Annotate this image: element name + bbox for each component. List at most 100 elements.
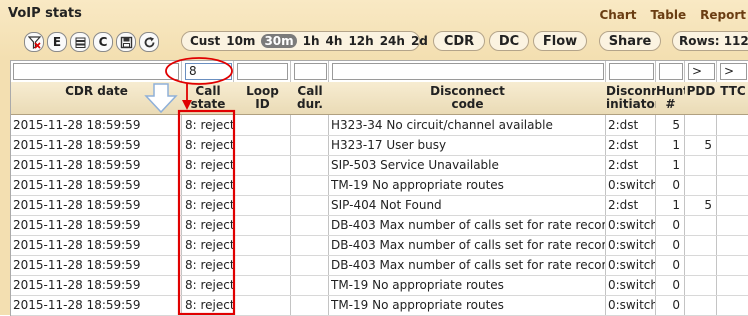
cell-hunt: 0 (672, 298, 680, 312)
filter-disconnect-code[interactable] (332, 63, 604, 80)
cell-hunt: 0 (672, 258, 680, 272)
time-2d[interactable]: 2d (411, 34, 428, 48)
flow-button[interactable]: Flow (533, 31, 587, 51)
cell-call-dur (294, 276, 327, 295)
cell-cdr-date: 2015-11-28 18:59:59 (13, 178, 141, 192)
header-call-state[interactable]: Call state (182, 82, 234, 115)
filter-ttc[interactable]: > (720, 63, 747, 80)
header-call-dur[interactable]: Call dur. (291, 82, 329, 115)
header-pdd[interactable]: PDD (685, 82, 717, 115)
table-row[interactable]: 2015-11-28 18:59:59 8: reject H323-34 No c… (11, 116, 748, 136)
share-button[interactable]: Share (599, 31, 661, 51)
cell-disconn-initiator: 2:dst (608, 118, 639, 132)
cell-cdr-date: 2015-11-28 18:59:59 (13, 158, 141, 172)
cdr-table: 8 > > CDR date Call state Loop ID Call dur.… (10, 60, 748, 316)
filter-call-state[interactable]: 8 (185, 63, 232, 80)
filter-clear-icon[interactable] (24, 32, 44, 52)
time-24h[interactable]: 24h (380, 34, 405, 48)
cell-pdd (685, 296, 712, 315)
e-button[interactable]: E (47, 32, 67, 52)
cell-call-dur (294, 196, 327, 215)
filter-hunt[interactable] (659, 63, 683, 80)
cell-disconn-initiator: 2:dst (608, 158, 639, 172)
cell-disconnect-code: TM-19 No appropriate routes (331, 278, 504, 292)
sort-down-arrow-icon (144, 83, 178, 114)
table-row[interactable]: 2015-11-28 18:59:59 8: reject DB-403 Max n… (11, 216, 748, 236)
table-row[interactable]: 2015-11-28 18:59:59 8: reject DB-403 Max n… (11, 256, 748, 276)
cell-pdd: 5 (704, 138, 712, 152)
header-disconn-initiator[interactable]: Disconn initiator (606, 82, 661, 115)
cell-call-state: 8: reject (185, 258, 233, 272)
cell-hunt: 5 (672, 118, 680, 132)
filter-call-dur[interactable] (294, 63, 327, 80)
cdr-button[interactable]: CDR (433, 31, 485, 51)
cell-cdr-date: 2015-11-28 18:59:59 (13, 138, 141, 152)
cell-loop-id (237, 196, 288, 215)
time-1h[interactable]: 1h (303, 34, 320, 48)
header-loop-id[interactable]: Loop ID (234, 82, 291, 115)
table-row[interactable]: 2015-11-28 18:59:59 8: reject TM-19 No app… (11, 176, 748, 196)
cell-disconn-initiator: 0:switch (608, 298, 655, 312)
chart-link[interactable]: Chart (599, 8, 636, 22)
cell-loop-id (237, 236, 288, 255)
app-title: VoIP stats (8, 6, 82, 21)
cell-call-dur (294, 256, 327, 275)
toolbar: E C (24, 32, 162, 52)
time-custom[interactable]: Cust (190, 34, 220, 48)
cell-call-dur (294, 156, 327, 175)
cell-call-dur (294, 136, 327, 155)
table-row[interactable]: 2015-11-28 18:59:59 8: reject DB-403 Max n… (11, 236, 748, 256)
columns-icon[interactable] (70, 32, 90, 52)
voip-stats-window: VoIP stats Chart Table Report E C Cust 1… (0, 0, 748, 316)
cell-disconn-initiator: 0:switch (608, 238, 655, 252)
cell-loop-id (237, 296, 288, 315)
cell-ttc (717, 296, 744, 315)
cell-loop-id (237, 256, 288, 275)
filter-disconn-initiator[interactable] (609, 63, 654, 80)
cell-hunt: 0 (672, 238, 680, 252)
refresh-icon[interactable] (139, 32, 159, 52)
cell-disconn-initiator: 2:dst (608, 138, 639, 152)
report-link[interactable]: Report (700, 8, 746, 22)
time-12h[interactable]: 12h (348, 34, 373, 48)
c-button[interactable]: C (93, 32, 113, 52)
cell-disconnect-code: TM-19 No appropriate routes (331, 178, 504, 192)
header-ttc[interactable]: TTC (717, 82, 748, 115)
cell-disconn-initiator: 2:dst (608, 198, 639, 212)
header-hunt[interactable]: Hunt # (656, 82, 689, 115)
table-row[interactable]: 2015-11-28 18:59:59 8: reject SIP-503 Serv… (11, 156, 748, 176)
filter-cdr-date[interactable] (13, 63, 179, 80)
cell-hunt: 1 (672, 198, 680, 212)
cell-loop-id (237, 156, 288, 175)
header-disconnect-code[interactable]: Disconnect code (329, 82, 606, 115)
table-row[interactable]: 2015-11-28 18:59:59 8: reject TM-19 No app… (11, 276, 748, 296)
cell-ttc (717, 136, 744, 155)
cell-call-state: 8: reject (185, 178, 233, 192)
cell-ttc (717, 156, 744, 175)
cell-loop-id (237, 116, 288, 135)
cell-call-state: 8: reject (185, 158, 233, 172)
cell-disconn-initiator: 0:switch (608, 178, 655, 192)
table-row[interactable]: 2015-11-28 18:59:59 8: reject SIP-404 Not … (11, 196, 748, 216)
cell-disconnect-code: DB-403 Max number of calls set for rate … (331, 238, 605, 252)
time-4h[interactable]: 4h (326, 34, 343, 48)
table-row[interactable]: 2015-11-28 18:59:59 8: reject H323-17 User… (11, 136, 748, 156)
cell-ttc (717, 216, 744, 235)
filter-loop-id[interactable] (237, 63, 288, 80)
table-row[interactable]: 2015-11-28 18:59:59 8: reject TM-19 No app… (11, 296, 748, 316)
table-link[interactable]: Table (651, 8, 687, 22)
dc-button[interactable]: DC (489, 31, 529, 51)
time-10m[interactable]: 10m (226, 34, 255, 48)
save-icon[interactable] (116, 32, 136, 52)
cell-hunt: 1 (672, 138, 680, 152)
cell-pdd (685, 116, 712, 135)
time-30m-selected[interactable]: 30m (261, 34, 297, 48)
cell-disconnect-code: TM-19 No appropriate routes (331, 298, 504, 312)
cell-cdr-date: 2015-11-28 18:59:59 (13, 258, 141, 272)
cell-call-dur (294, 116, 327, 135)
cell-cdr-date: 2015-11-28 18:59:59 (13, 298, 141, 312)
cell-call-dur (294, 296, 327, 315)
cell-pdd (685, 216, 712, 235)
cell-pdd (685, 236, 712, 255)
filter-pdd[interactable]: > (688, 63, 715, 80)
